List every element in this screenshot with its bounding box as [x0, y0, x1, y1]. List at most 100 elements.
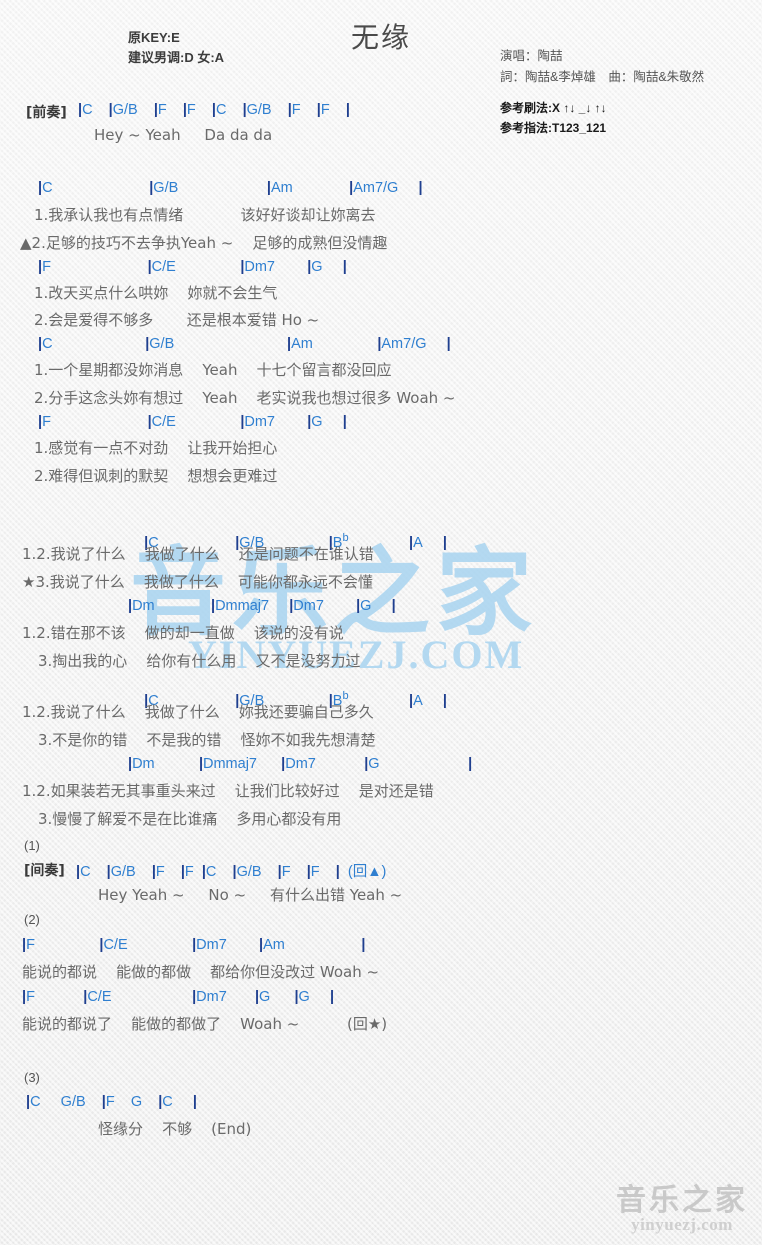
- verse1-lyric-line-3: 1.改天买点什么哄妳 妳就不会生气: [34, 284, 278, 302]
- chord-text: F: [26, 937, 100, 953]
- verse1-lyric-line-1: 1.我承认我也有点情绪 该好好谈却让妳离去: [34, 206, 376, 224]
- chorus2-lyric-line-2: 3.不是你的错 不是我的错 怪妳不如我先想清楚: [38, 731, 376, 749]
- barline: |: [361, 937, 366, 953]
- repeat-marker-2: (2): [24, 912, 40, 927]
- chord-text: G/B: [110, 864, 152, 880]
- chord-text: G/B: [246, 102, 288, 118]
- chord-text: G: [360, 598, 392, 614]
- chord-text: F: [155, 864, 181, 880]
- chord-text: Dm: [132, 756, 199, 772]
- chord-text: G/B: [236, 864, 278, 880]
- chord-text: C/E: [151, 259, 241, 275]
- original-key: 原KEY:E: [128, 30, 180, 45]
- chord-text: Dm: [132, 598, 212, 614]
- interlude-lyric-line: Hey Yeah ~ No ~ 有什么出错 Yeah ~: [98, 886, 403, 904]
- chord-text: F: [42, 259, 148, 275]
- chord-text: Am7/G: [381, 336, 447, 352]
- barline: |: [391, 598, 396, 614]
- ending-lyric-line: 怪缘分 不够 (End): [98, 1120, 252, 1138]
- chorus1-chord-line-2: |Dm |Dmmaj7 |Dm7 |G |: [128, 598, 396, 614]
- chord-text: F: [42, 414, 148, 430]
- chord-text: Dm7: [244, 259, 308, 275]
- chord-text: F: [281, 864, 307, 880]
- chord-text: C: [82, 102, 109, 118]
- chord-text: Dmmaj7: [215, 598, 290, 614]
- chord-text: G: [311, 259, 343, 275]
- chorus2-lyric-line-1: 1.2.我说了什么 我做了什么 妳我还要骗自己多久: [22, 703, 374, 721]
- barline: |: [345, 102, 350, 118]
- chorus2-chord-line-2: |Dm |Dmmaj7 |Dm7 |G |: [128, 756, 472, 772]
- chord-text: C/E: [103, 937, 193, 953]
- chord-text: C: [80, 864, 107, 880]
- singer-credit: 演唱：陶喆: [500, 49, 563, 63]
- chord-text: C G/B: [30, 1094, 102, 1110]
- chord-text: Am7/G: [353, 180, 419, 196]
- chord-text: Am: [270, 180, 350, 196]
- chord-text: G: [368, 756, 469, 772]
- bridge-chord-line-2: |F |C/E |Dm7 |G |G |: [22, 989, 334, 1005]
- chord-text: C: [162, 1094, 193, 1110]
- verse1-lyric-line-4: 2.会是爱得不够多 还是根本爱错 Ho ~: [34, 311, 320, 329]
- chord-text: C/E: [87, 989, 193, 1005]
- writer-credit: 詞：陶喆&李焯雄 曲：陶喆&朱敬然: [500, 70, 705, 84]
- barline: |: [446, 336, 451, 352]
- chord-text: Dm7: [196, 937, 259, 953]
- chord-text: F: [184, 864, 202, 880]
- verse2-chord-line-1: |C |G/B |Am |Am7/G |: [38, 336, 451, 352]
- intro-chord-line: |C |G/B |F |F |C |G/B |F |F |: [78, 102, 350, 118]
- bridge-chord-line-1: |F |C/E |Dm7 |Am |: [22, 937, 365, 953]
- chord-text: Am: [291, 336, 378, 352]
- chord-text: G/B: [153, 180, 267, 196]
- chorus2-lyric-line-3: 1.2.如果装若无其事重头来过 让我们比较好过 是对还是错: [22, 782, 434, 800]
- chord-text: C: [215, 102, 243, 118]
- chord-text: Dm7: [293, 598, 357, 614]
- chord-text: F G: [105, 1094, 159, 1110]
- bridge-lyric-line-1: 能说的都说 能做的都做 都给你但没改过 Woah ~: [22, 963, 380, 981]
- verse2-lyric-line-3: 1.感觉有一点不对劲 让我开始担心: [34, 439, 278, 457]
- interlude-chord-line: |C |G/B |F |F |C |G/B |F |F | (回▲): [76, 860, 386, 881]
- verse1-chord-line-2: |F |C/E |Dm7 |G |: [38, 259, 347, 275]
- chord-text: C/E: [151, 414, 241, 430]
- chord-text: (回▲): [339, 864, 387, 880]
- barline: |: [329, 989, 335, 1005]
- chord-sheet: 无缘 原KEY:E 建议男调:D 女:A 演唱：陶喆 詞：陶喆&李焯雄 曲：陶喆…: [0, 0, 762, 1245]
- finger-pattern: 参考指法:T123_121: [500, 121, 607, 135]
- credits: 演唱：陶喆 詞：陶喆&李焯雄 曲：陶喆&朱敬然: [500, 46, 704, 88]
- chord-text: F: [320, 102, 346, 118]
- chord-text: G/B: [149, 336, 288, 352]
- repeat-marker-1: (1): [24, 838, 40, 853]
- barline: |: [409, 535, 414, 551]
- chord-text: Dm7: [244, 414, 308, 430]
- chord-text: Dmmaj7: [203, 756, 282, 772]
- chorus1-lyric-line-3: 1.2.错在那不该 做的却一直做 该说的没有说: [22, 624, 344, 642]
- intro-lyric-line: Hey ~ Yeah Da da da: [94, 126, 273, 144]
- barline: |: [442, 693, 447, 709]
- chord-text: Dm7: [196, 989, 255, 1005]
- barline: |: [468, 756, 473, 772]
- verse2-lyric-line-2: 2.分手这念头妳有想过 Yeah 老实说我也想过很多 Woah ~: [34, 389, 456, 407]
- verse2-chord-line-2: |F |C/E |Dm7 |G |: [38, 414, 347, 430]
- verse1-lyric-line-2: ▲2.足够的技巧不去争执Yeah ~ 足够的成熟但没情趣: [20, 234, 388, 252]
- barline: |: [418, 180, 423, 196]
- chord-text: G: [311, 414, 343, 430]
- barline: |: [192, 1094, 197, 1110]
- chord-text: C: [42, 180, 150, 196]
- intro-label: [前奏]: [26, 105, 67, 121]
- key-info: 原KEY:E 建议男调:D 女:A: [128, 28, 224, 68]
- chord-text: F: [186, 102, 212, 118]
- chord-text: F: [26, 989, 84, 1005]
- interlude-label: [间奏]: [24, 863, 65, 879]
- verse2-lyric-line-1: 1.一个星期都没妳消息 Yeah 十七个留言都没回应: [34, 361, 392, 379]
- chord-text: F: [310, 864, 336, 880]
- chord-text: G/B: [112, 102, 154, 118]
- chorus1-lyric-line-1: 1.2.我说了什么 我做了什么 还是问题不在谁认错: [22, 545, 374, 563]
- chord-text: F: [291, 102, 317, 118]
- ending-chord-line: |C G/B |F G |C |: [26, 1094, 197, 1110]
- verse1-chord-line-1: |C |G/B |Am |Am7/G |: [38, 180, 423, 196]
- strum-pattern: 参考刷法:X ↑↓ _↓ ↑↓: [500, 101, 607, 115]
- chord-text: C: [205, 864, 233, 880]
- barline: |: [442, 535, 447, 551]
- chord-text: G: [259, 989, 295, 1005]
- bridge-lyric-line-2: 能说的都说了 能做的都做了 Woah ~ (回★): [22, 1015, 388, 1033]
- repeat-marker-3: (3): [24, 1070, 40, 1085]
